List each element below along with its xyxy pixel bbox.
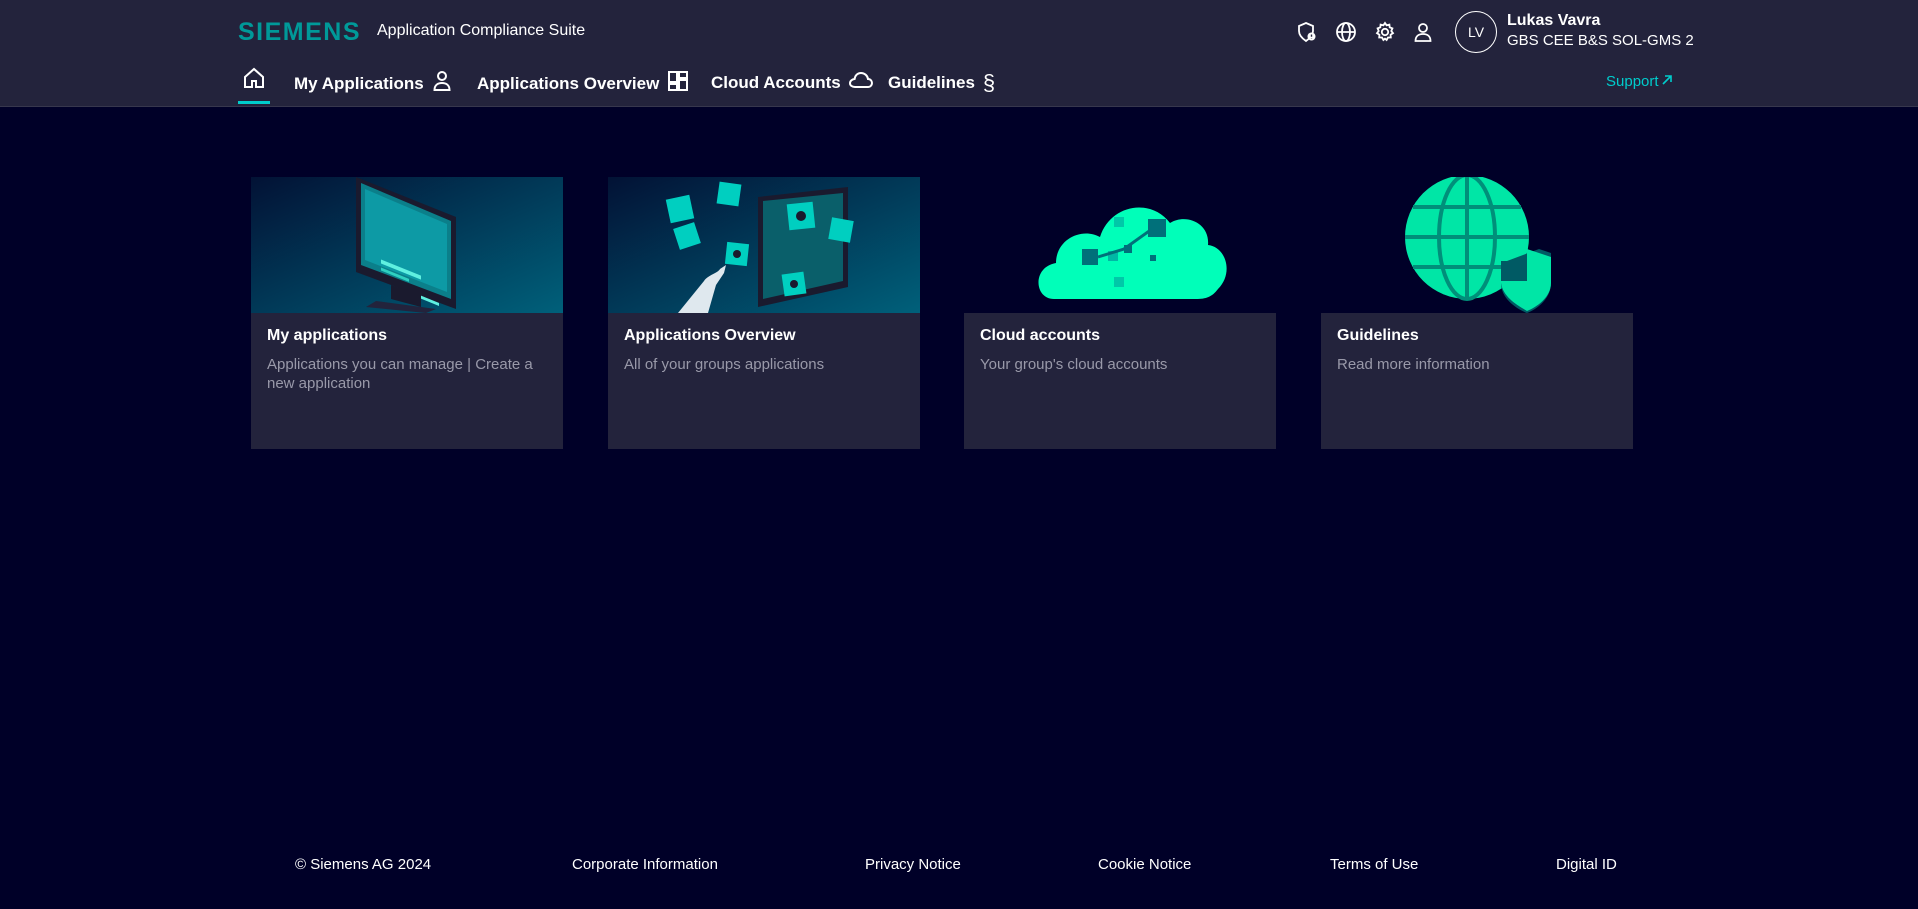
shield-icon[interactable] — [1293, 18, 1321, 46]
nav-cloud-accounts[interactable]: Cloud Accounts — [711, 70, 873, 95]
nav-home[interactable] — [238, 66, 270, 104]
gear-icon[interactable] — [1371, 18, 1399, 46]
nav-item-label: My Applications — [294, 73, 424, 93]
apps-overview-illustration — [608, 177, 920, 313]
card-guidelines[interactable]: Guidelines Read more information — [1321, 177, 1633, 449]
user-name[interactable]: Lukas Vavra — [1507, 12, 1600, 30]
globe-shield-illustration — [1321, 177, 1633, 313]
card-description: Read more information — [1337, 356, 1490, 373]
user-icon — [432, 70, 452, 97]
card-description: All of your groups applications — [624, 356, 825, 373]
user-org[interactable]: GBS CEE B&S SOL-GMS 2 — [1507, 32, 1694, 49]
card-body: Guidelines Read more information — [1321, 313, 1633, 449]
card-my-applications[interactable]: My applications Applications you can man… — [251, 177, 563, 449]
home-icon — [242, 66, 266, 104]
nav-applications-overview[interactable]: Applications Overview — [477, 70, 689, 97]
card-applications-overview[interactable]: Applications Overview All of your groups… — [608, 177, 920, 449]
card-title: Cloud accounts — [980, 327, 1101, 344]
siemens-logo[interactable]: SIEMENS — [238, 18, 361, 47]
cloud-icon — [848, 70, 873, 95]
footer-link-privacy-notice[interactable]: Privacy Notice — [865, 856, 961, 873]
card-body: Applications Overview All of your groups… — [608, 313, 920, 449]
nav-active-indicator — [238, 101, 270, 104]
footer-link-corporate-information[interactable]: Corporate Information — [572, 856, 718, 873]
user-icon[interactable] — [1409, 18, 1437, 46]
nav-my-applications[interactable]: My Applications — [294, 70, 452, 97]
support-label: Support — [1606, 73, 1659, 90]
globe-icon[interactable] — [1332, 18, 1360, 46]
card-title: Applications Overview — [624, 327, 796, 344]
nav-item-label: Cloud Accounts — [711, 72, 841, 92]
card-title: My applications — [267, 327, 388, 344]
section-sign-icon: § — [982, 70, 996, 95]
monitor-illustration — [251, 177, 563, 313]
external-link-icon — [1661, 73, 1673, 90]
footer-link-digital-id[interactable]: Digital ID — [1556, 856, 1617, 873]
dashboard-icon — [667, 70, 689, 97]
card-title: Guidelines — [1337, 327, 1419, 344]
app-title[interactable]: Application Compliance Suite — [377, 22, 585, 40]
avatar[interactable]: LV — [1455, 11, 1497, 53]
nav-guidelines[interactable]: Guidelines § — [888, 70, 995, 96]
card-body: My applications Applications you can man… — [251, 313, 563, 449]
footer-copyright: © Siemens AG 2024 — [295, 856, 432, 873]
nav-item-label: Applications Overview — [477, 73, 660, 93]
card-body: Cloud accounts Your group's cloud accoun… — [964, 313, 1276, 449]
cloud-illustration — [964, 177, 1276, 313]
footer-link-cookie-notice[interactable]: Cookie Notice — [1098, 856, 1191, 873]
support-link[interactable]: Support — [1606, 73, 1673, 90]
nav-item-label: Guidelines — [888, 73, 975, 92]
top-header: SIEMENS Application Compliance Suite LV … — [0, 0, 1918, 107]
card-cloud-accounts[interactable]: Cloud accounts Your group's cloud accoun… — [964, 177, 1276, 449]
footer-link-terms-of-use[interactable]: Terms of Use — [1330, 856, 1418, 873]
card-description: Your group's cloud accounts — [980, 356, 1168, 373]
card-description: Applications you can manage | Create a n… — [267, 356, 533, 392]
